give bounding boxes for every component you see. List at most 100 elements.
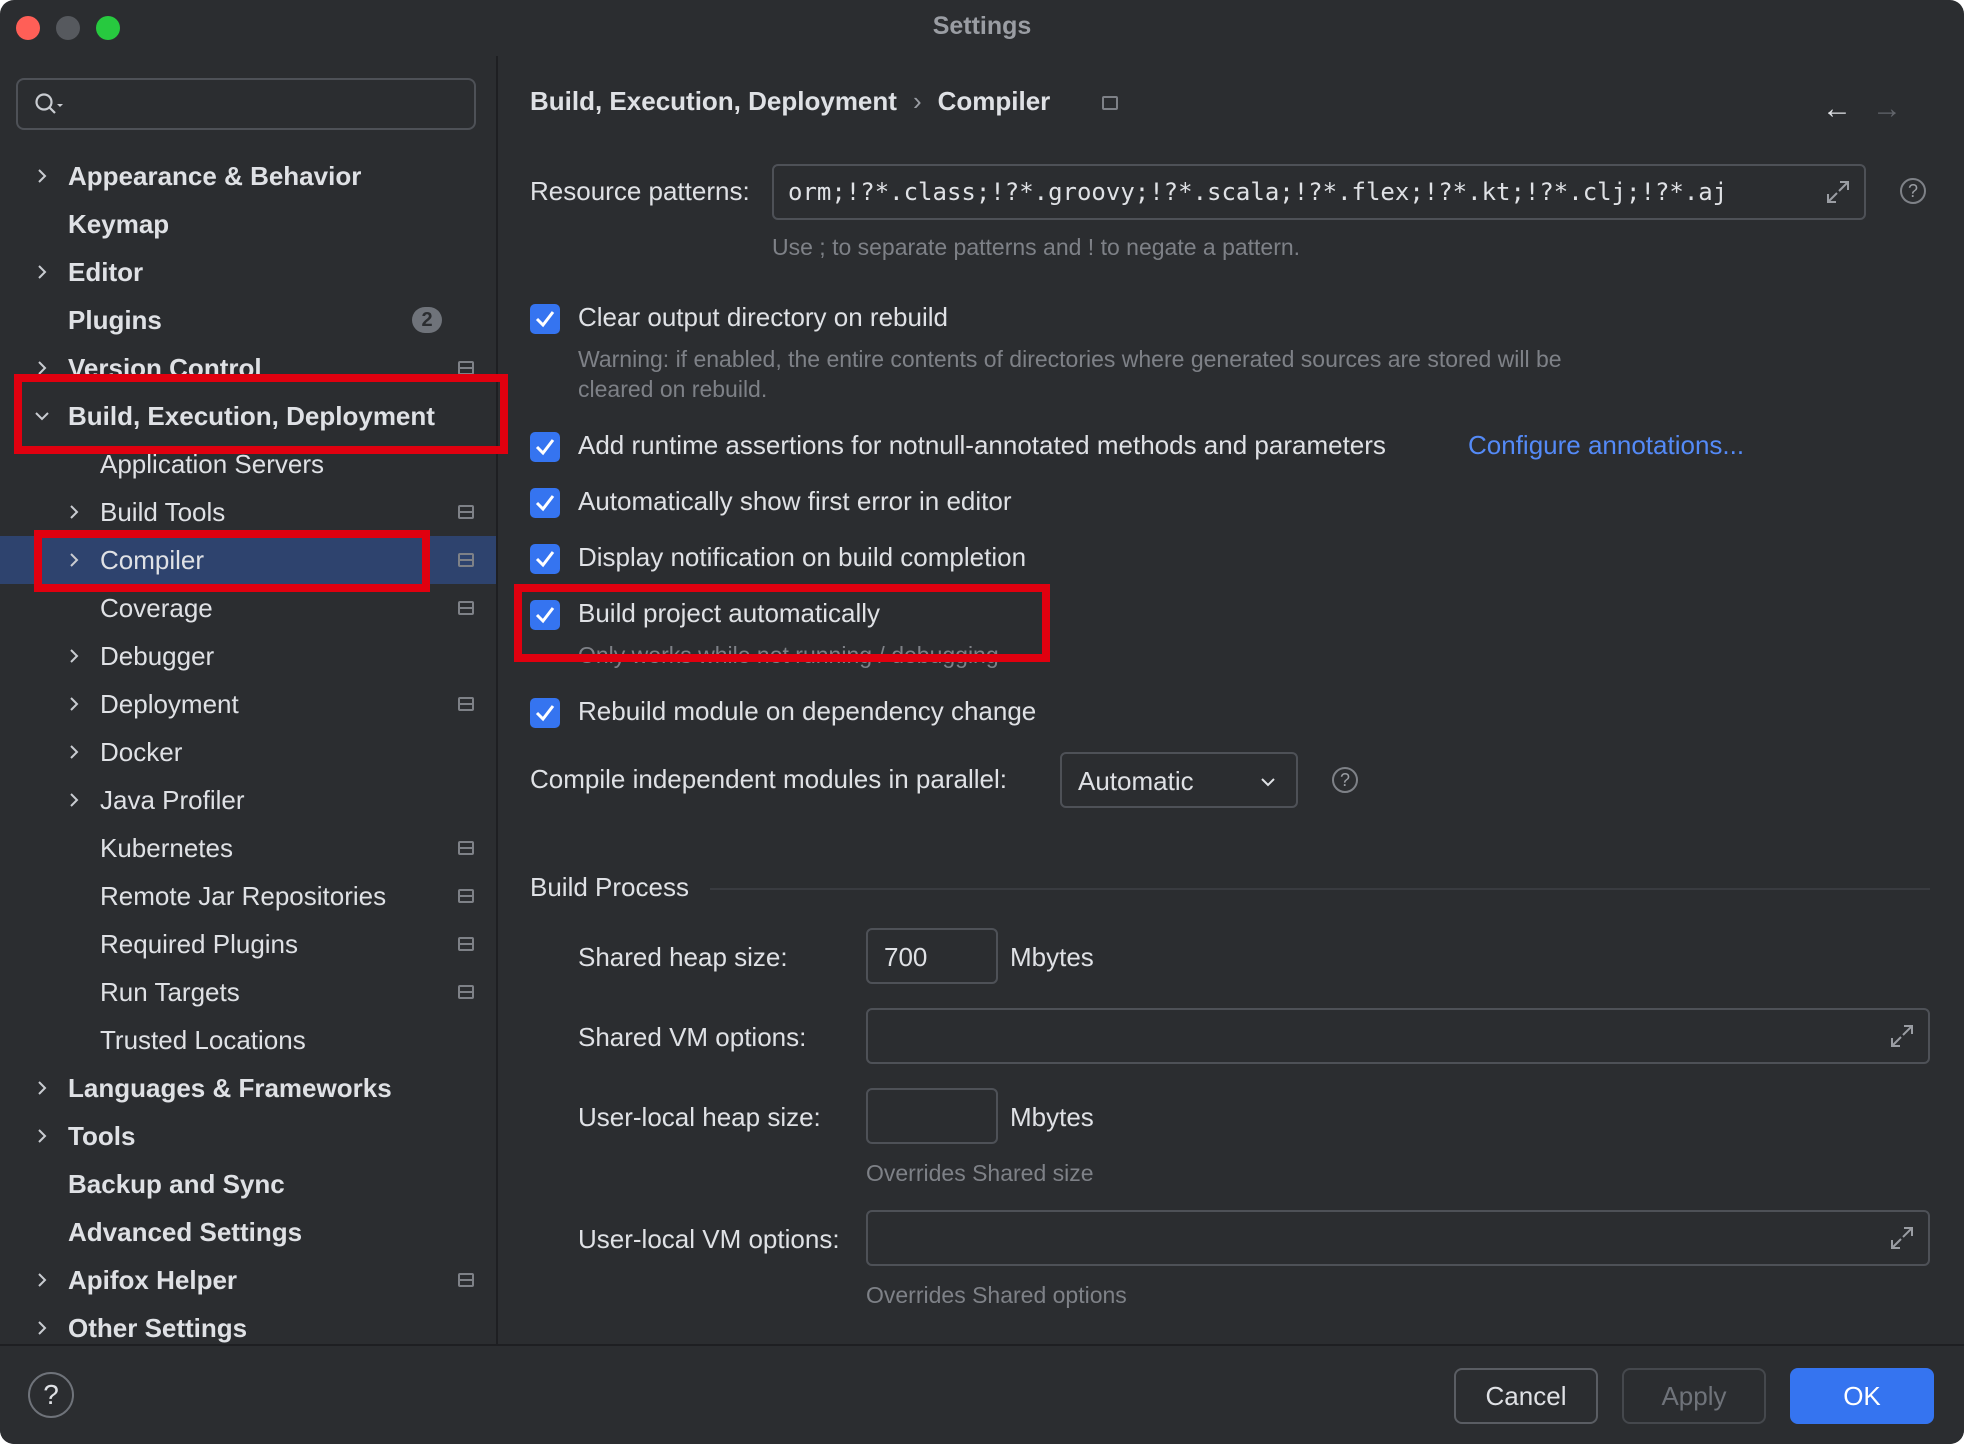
shared-heap-label: Shared heap size:	[578, 942, 788, 972]
chevron-right-icon[interactable]	[64, 694, 84, 714]
sidebar-item-label: Java Profiler	[100, 785, 245, 815]
sidebar-item-build-execution-deployment[interactable]: Build, Execution, Deployment	[0, 392, 496, 440]
local-vm-input[interactable]	[866, 1210, 1930, 1266]
build-automatically-checkbox[interactable]	[530, 600, 560, 630]
sidebar-item-editor[interactable]: Editor	[0, 248, 496, 296]
forward-arrow-icon[interactable]: →	[1872, 92, 1902, 126]
help-icon[interactable]: ?	[28, 1372, 74, 1418]
sidebar-item-apifox-helper[interactable]: Apifox Helper	[0, 1256, 496, 1304]
chevron-right-icon[interactable]	[32, 166, 52, 186]
parallel-compile-value: Automatic	[1078, 766, 1194, 796]
build-automatically-hint: Only works while not running / debugging	[578, 642, 999, 668]
dialog-footer: ? Cancel Apply OK	[0, 1344, 1964, 1444]
sidebar-item-keymap[interactable]: Keymap	[0, 200, 496, 248]
sidebar-item-remote-jar-repositories[interactable]: Remote Jar Repositories	[0, 872, 496, 920]
chevron-right-icon[interactable]	[32, 262, 52, 282]
sidebar-item-backup-and-sync[interactable]: Backup and Sync	[0, 1160, 496, 1208]
expand-icon[interactable]	[1888, 1224, 1916, 1252]
back-arrow-icon[interactable]: ←	[1822, 92, 1852, 126]
sidebar-item-version-control[interactable]: Version Control	[0, 344, 496, 392]
sidebar-item-debugger[interactable]: Debugger	[0, 632, 496, 680]
configure-annotations-link[interactable]: Configure annotations...	[1468, 430, 1744, 461]
sidebar-item-application-servers[interactable]: Application Servers	[0, 440, 496, 488]
clear-output-checkbox[interactable]	[530, 304, 560, 334]
sidebar-item-label: Backup and Sync	[68, 1169, 285, 1199]
shared-heap-unit: Mbytes	[1010, 942, 1094, 972]
expand-icon[interactable]	[1888, 1022, 1916, 1050]
project-scope-icon	[458, 505, 474, 519]
local-vm-label: User-local VM options:	[578, 1224, 840, 1254]
chevron-right-icon[interactable]	[32, 1126, 52, 1146]
resource-patterns-hint: Use ; to separate patterns and ! to nega…	[772, 234, 1301, 260]
sidebar-item-label: Remote Jar Repositories	[100, 881, 387, 911]
sidebar-item-advanced-settings[interactable]: Advanced Settings	[0, 1208, 496, 1256]
chevron-right-icon[interactable]	[64, 646, 84, 666]
sidebar-item-kubernetes[interactable]: Kubernetes	[0, 824, 496, 872]
sidebar-item-compiler[interactable]: Compiler	[0, 536, 496, 584]
chevron-right-icon[interactable]	[32, 1078, 52, 1098]
runtime-assertions-checkbox[interactable]	[530, 432, 560, 462]
expand-icon[interactable]	[1824, 178, 1852, 206]
sidebar-item-label: Application Servers	[100, 449, 324, 479]
local-heap-label: User-local heap size:	[578, 1102, 821, 1132]
sidebar-item-label: Coverage	[100, 593, 213, 623]
sidebar-item-plugins[interactable]: Plugins 2	[0, 296, 496, 344]
sidebar-item-label: Plugins	[68, 305, 162, 335]
sidebar-item-label: Compiler	[100, 545, 205, 575]
chevron-down-icon[interactable]	[32, 406, 52, 426]
sidebar-item-required-plugins[interactable]: Required Plugins	[0, 920, 496, 968]
rebuild-module-checkbox[interactable]	[530, 698, 560, 728]
project-scope-icon	[458, 361, 474, 375]
sidebar-item-label: Editor	[68, 257, 144, 287]
sidebar-item-java-profiler[interactable]: Java Profiler	[0, 776, 496, 824]
sidebar-item-label: Version Control	[68, 353, 262, 383]
chevron-right-icon[interactable]	[64, 742, 84, 762]
resource-patterns-field[interactable]: orm;!?*.class;!?*.groovy;!?*.scala;!?*.f…	[772, 164, 1866, 220]
sidebar-item-trusted-locations[interactable]: Trusted Locations	[0, 1016, 496, 1064]
cancel-button[interactable]: Cancel	[1454, 1368, 1598, 1424]
build-process-title: Build Process	[530, 872, 689, 902]
ok-button[interactable]: OK	[1790, 1368, 1934, 1424]
local-heap-input[interactable]	[866, 1088, 998, 1144]
chevron-right-icon[interactable]	[64, 790, 84, 810]
local-vm-hint: Overrides Shared options	[866, 1282, 1127, 1308]
shared-vm-label: Shared VM options:	[578, 1022, 807, 1052]
parallel-compile-help-icon[interactable]: ?	[1332, 767, 1358, 793]
shared-vm-input[interactable]	[866, 1008, 1930, 1064]
sidebar-item-deployment[interactable]: Deployment	[0, 680, 496, 728]
section-divider	[710, 888, 1930, 890]
compiler-settings-pane: Build, Execution, Deployment › Compiler ← …	[498, 56, 1964, 1344]
sidebar-item-label: Advanced Settings	[68, 1217, 303, 1247]
chevron-right-icon[interactable]	[32, 1270, 52, 1290]
local-heap-hint: Overrides Shared size	[866, 1160, 1094, 1186]
sidebar-item-label: Tools	[68, 1121, 136, 1151]
search-icon	[35, 93, 63, 114]
sidebar-item-label: Appearance & Behavior	[68, 161, 362, 191]
sidebar-item-tools[interactable]: Tools	[0, 1112, 496, 1160]
sidebar-item-appearance-and-behavior[interactable]: Appearance & Behavior	[0, 152, 496, 200]
notify-build-checkbox[interactable]	[530, 544, 560, 574]
search-input[interactable]	[16, 78, 476, 130]
apply-button[interactable]: Apply	[1622, 1368, 1766, 1424]
plugins-update-badge: 2	[412, 307, 442, 333]
window-title: Settings	[932, 12, 1032, 40]
sidebar-item-run-targets[interactable]: Run Targets	[0, 968, 496, 1016]
shared-heap-value: 700	[884, 942, 928, 972]
chevron-right-icon[interactable]	[64, 502, 84, 522]
sidebar-item-languages-and-frameworks[interactable]: Languages & Frameworks	[0, 1064, 496, 1112]
sidebar-item-label: Deployment	[100, 689, 239, 719]
chevron-right-icon[interactable]	[32, 1318, 52, 1338]
project-scope-icon	[458, 1273, 474, 1287]
chevron-right-icon[interactable]	[64, 550, 84, 570]
show-first-error-checkbox[interactable]	[530, 488, 560, 518]
project-scope-icon	[458, 889, 474, 903]
project-scope-icon	[1102, 96, 1118, 110]
sidebar-item-docker[interactable]: Docker	[0, 728, 496, 776]
shared-heap-input[interactable]: 700	[866, 928, 998, 984]
parallel-compile-dropdown[interactable]: Automatic	[1060, 752, 1298, 808]
sidebar-item-build-tools[interactable]: Build Tools	[0, 488, 496, 536]
chevron-right-icon[interactable]	[32, 358, 52, 378]
sidebar-item-coverage[interactable]: Coverage	[0, 584, 496, 632]
resource-patterns-help-icon[interactable]: ?	[1900, 178, 1926, 204]
breadcrumb-parent[interactable]: Build, Execution, Deployment	[530, 86, 897, 116]
